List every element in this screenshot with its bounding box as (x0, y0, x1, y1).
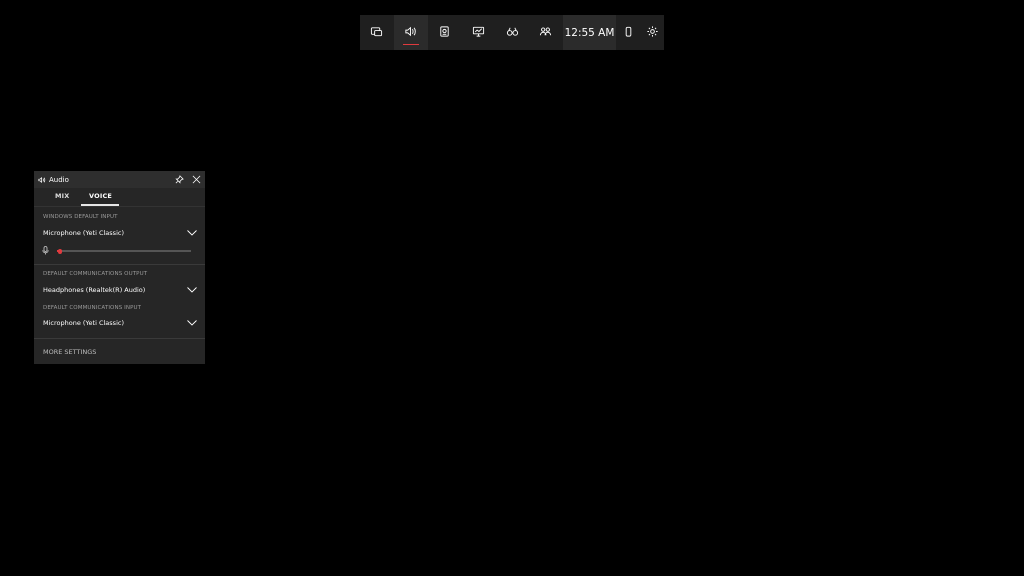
pin-button[interactable] (175, 175, 184, 184)
battery-icon (622, 23, 635, 42)
tab-voice[interactable]: VOICE (89, 192, 112, 200)
tab-mix[interactable]: MIX (55, 192, 70, 200)
input-volume-slider[interactable] (57, 248, 191, 254)
section-divider (34, 338, 205, 339)
game-bar: 12:55 AM (360, 15, 664, 50)
widget-menu-button[interactable] (360, 15, 394, 50)
default-communications-output-select[interactable]: Headphones (Realtek(R) Audio) (43, 286, 145, 294)
close-button[interactable] (192, 175, 201, 184)
input-level-row (42, 246, 197, 256)
default-communications-input-select[interactable]: Microphone (Yeti Classic) (43, 319, 124, 327)
audio-icon (404, 23, 417, 42)
pin-icon (175, 175, 184, 184)
audio-button[interactable] (393, 15, 428, 50)
chevron-down-icon (187, 320, 197, 326)
time-display: 12:55 AM (564, 26, 615, 39)
xbox-social-icon (539, 23, 552, 42)
default-communications-output-dropdown[interactable] (187, 287, 197, 293)
performance-icon (472, 23, 485, 42)
audio-widget-title: Audio (49, 175, 69, 184)
looking-for-group-button[interactable] (495, 15, 529, 50)
widget-menu-icon (370, 23, 383, 42)
audio-widget: Audio MIX VOICE WINDOWS DEFAULT INPUT Mi… (34, 171, 205, 364)
capture-icon (438, 23, 451, 42)
active-tab-indicator (81, 204, 119, 206)
section-divider (34, 264, 205, 265)
audio-widget-header[interactable]: Audio (34, 171, 205, 188)
performance-button[interactable] (461, 15, 495, 50)
looking-for-group-icon (506, 23, 519, 42)
xbox-social-button[interactable] (529, 15, 563, 50)
clock: 12:55 AM (562, 15, 617, 50)
more-settings-link[interactable]: MORE SETTINGS (43, 348, 96, 356)
close-icon (192, 175, 201, 184)
controller-battery-button[interactable] (616, 15, 640, 50)
audio-tabs: MIX VOICE (34, 188, 205, 207)
default-communications-input-label: DEFAULT COMMUNICATIONS INPUT (43, 305, 142, 311)
default-communications-output-label: DEFAULT COMMUNICATIONS OUTPUT (43, 271, 148, 277)
capture-button[interactable] (428, 15, 462, 50)
settings-button[interactable] (640, 15, 664, 50)
chevron-down-icon (187, 230, 197, 236)
windows-default-input-dropdown[interactable] (187, 230, 197, 236)
default-communications-input-dropdown[interactable] (187, 320, 197, 326)
windows-default-input-label: WINDOWS DEFAULT INPUT (43, 214, 118, 220)
gear-icon (646, 23, 659, 42)
input-volume-thumb[interactable] (57, 248, 62, 254)
chevron-down-icon (187, 287, 197, 293)
speaker-icon (38, 176, 46, 184)
windows-default-input-select[interactable]: Microphone (Yeti Classic) (43, 229, 124, 237)
